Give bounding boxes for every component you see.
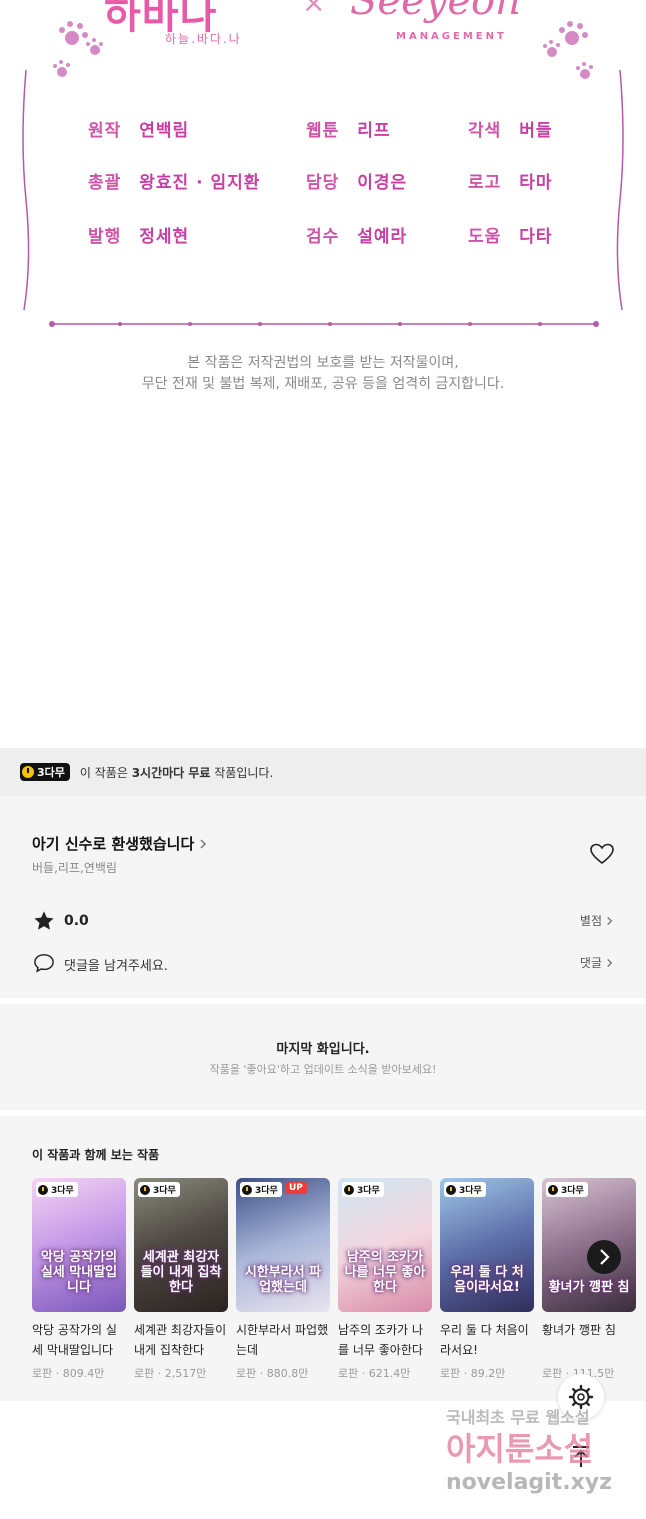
recommended-work-card[interactable]: 3다무 우리 둘 다 처음이라서요! 우리 둘 다 처음이라서요! 로판 · 8…: [440, 1178, 534, 1381]
carousel-next-button[interactable]: [587, 1240, 621, 1274]
rating-value: 0.0: [64, 913, 89, 929]
clock-icon: [22, 766, 34, 778]
star-icon: [34, 911, 54, 930]
recommended-work-card[interactable]: 3다무 세계관 최강자들이 내게 집착한다 세계관 최강자들이 내게 집착한다 …: [134, 1178, 228, 1381]
wait-free-badge: 3다무: [138, 1182, 180, 1197]
recommended-work-card[interactable]: 3다무 악당 공작가의 실세 막내딸입니다 악당 공작가의 실세 막내딸입니다 …: [32, 1178, 126, 1381]
clock-icon: [548, 1184, 558, 1195]
cover-title: 시한부라서 파업했는데: [244, 1265, 322, 1296]
clock-icon: [344, 1184, 354, 1195]
chevron-right-icon: [600, 1249, 610, 1265]
clock-icon: [38, 1184, 48, 1195]
card-title: 황녀가 깽판 침: [542, 1323, 616, 1337]
comment-link[interactable]: 댓글: [580, 954, 614, 971]
copyright-notice-line2: 무단 전재 및 불법 복제, 재배포, 공유 등을 엄격히 금지합니다.: [141, 376, 505, 392]
recommendations-heading: 이 작품과 함께 보는 작품: [32, 1148, 160, 1162]
clock-icon: [242, 1184, 252, 1195]
recommended-work-card[interactable]: 3다무 황녀가 깽판 침 황녀가 깽판 침 로판 · 111.5만: [542, 1178, 636, 1381]
card-title: 시한부라서 파업했는데: [236, 1323, 329, 1357]
card-meta: 로판 · 2,517만: [134, 1367, 207, 1380]
card-meta: 로판 · 880.8만: [236, 1367, 309, 1380]
card-meta: 로판 · 621.4만: [338, 1367, 411, 1380]
credit-original: 원작 연백림: [88, 121, 190, 141]
comment-bubble-icon: [34, 954, 54, 973]
cover-title: 악당 공작가의 실세 막내딸입니다: [40, 1250, 118, 1296]
recommended-work-card[interactable]: 3다무 UP 시한부라서 파업했는데 시한부라서 파업했는데 로판 · 880.…: [236, 1178, 330, 1381]
card-title: 우리 둘 다 처음이라서요!: [440, 1323, 529, 1357]
credits-image: 하바나 하늘.바다.나 × Seeyeon MANAGEMENT 원작 연백림 웹…: [0, 0, 646, 410]
credit-help: 도움 다타: [468, 227, 553, 247]
work-info-panel: 아기 신수로 환생했습니다 버들,리프,연백림 0.0 별점 댓글을 남겨주세요…: [0, 796, 646, 998]
credit-adaptation: 각색 버들: [468, 121, 553, 141]
chevron-right-icon: [607, 958, 613, 967]
last-episode-subtitle: 작품을 '좋아요'하고 업데이트 소식을 받아보세요!: [209, 1063, 437, 1076]
update-badge: UP: [285, 1182, 307, 1194]
work-title: 아기 신수로 환생했습니다: [32, 835, 195, 853]
clock-icon: [140, 1184, 150, 1195]
clock-icon: [446, 1184, 456, 1195]
wait-free-badge: 3다무: [546, 1182, 588, 1197]
heart-icon[interactable]: [590, 843, 614, 865]
work-title-link[interactable]: 아기 신수로 환생했습니다: [32, 833, 208, 854]
card-meta: 로판 · 89.2만: [440, 1367, 506, 1380]
card-title: 악당 공작가의 실세 막내딸입니다: [32, 1323, 117, 1357]
wait-free-badge: 3다무: [36, 1182, 78, 1197]
wait-free-badge: 3다무: [240, 1182, 282, 1197]
wait-free-badge: 3다무: [342, 1182, 384, 1197]
comment-input-prompt[interactable]: 댓글을 남겨주세요.: [64, 955, 168, 974]
work-authors: 버들,리프,연백림: [32, 861, 117, 875]
last-episode-title: 마지막 화입니다.: [276, 1042, 370, 1057]
card-meta: 로판 · 809.4만: [32, 1367, 105, 1380]
cover-title: 세계관 최강자들이 내게 집착한다: [140, 1250, 222, 1296]
cover-thumbnail: 3다무 악당 공작가의 실세 막내딸입니다: [32, 1178, 126, 1312]
wait-free-badge: 3다무: [444, 1182, 486, 1197]
credit-publisher: 발행 정세현: [88, 227, 190, 247]
rating-link[interactable]: 별점: [580, 912, 614, 929]
free-bar-text: 이 작품은 3시간마다 무료 작품입니다.: [79, 765, 274, 780]
credit-manager: 담당 이경은: [306, 173, 408, 193]
credit-director: 총괄 왕효진 · 임지환: [88, 173, 261, 193]
cover-thumbnail: 3다무 세계관 최강자들이 내게 집착한다: [134, 1178, 228, 1312]
free-every-3h-bar: 3다무 이 작품은 3시간마다 무료 작품입니다.: [0, 748, 646, 796]
last-episode-panel: 마지막 화입니다. 작품을 '좋아요'하고 업데이트 소식을 받아보세요!: [0, 1004, 646, 1110]
cover-thumbnail: 3다무 남주의 조카가 나를 너무 좋아한다: [338, 1178, 432, 1312]
card-title: 세계관 최강자들이 내게 집착한다: [134, 1323, 227, 1357]
watermark-line3: novelagit.xyz: [446, 1470, 612, 1495]
recommendations-panel: 이 작품과 함께 보는 작품 3다무 악당 공작가의 실세 막내딸입니다 악당 …: [0, 1116, 646, 1401]
chevron-right-icon: [607, 916, 613, 925]
cover-title: 우리 둘 다 처음이라서요!: [450, 1265, 524, 1296]
recommended-work-card[interactable]: 3다무 남주의 조카가 나를 너무 좋아한다 남주의 조카가 나를 너무 좋아한…: [338, 1178, 432, 1381]
credit-review: 검수 설예라: [306, 227, 408, 247]
cover-title: 황녀가 깽판 침: [548, 1280, 630, 1296]
cover-title: 남주의 조카가 나를 너무 좋아한다: [344, 1250, 426, 1296]
copyright-notice-line1: 본 작품은 저작권법의 보호를 받는 저작물이며,: [187, 355, 459, 371]
chevron-right-icon: [200, 838, 207, 849]
cover-thumbnail: 3다무 우리 둘 다 처음이라서요!: [440, 1178, 534, 1312]
card-title: 남주의 조카가 나를 너무 좋아한다: [338, 1323, 423, 1357]
credit-webtoon: 웹툰 리프: [306, 121, 391, 141]
watermark-line2: 아지툰소설: [446, 1430, 594, 1468]
wait-free-badge: 3다무: [20, 763, 70, 781]
cover-thumbnail: 3다무 UP 시한부라서 파업했는데: [236, 1178, 330, 1312]
credit-logo: 로고 타마: [468, 173, 553, 193]
